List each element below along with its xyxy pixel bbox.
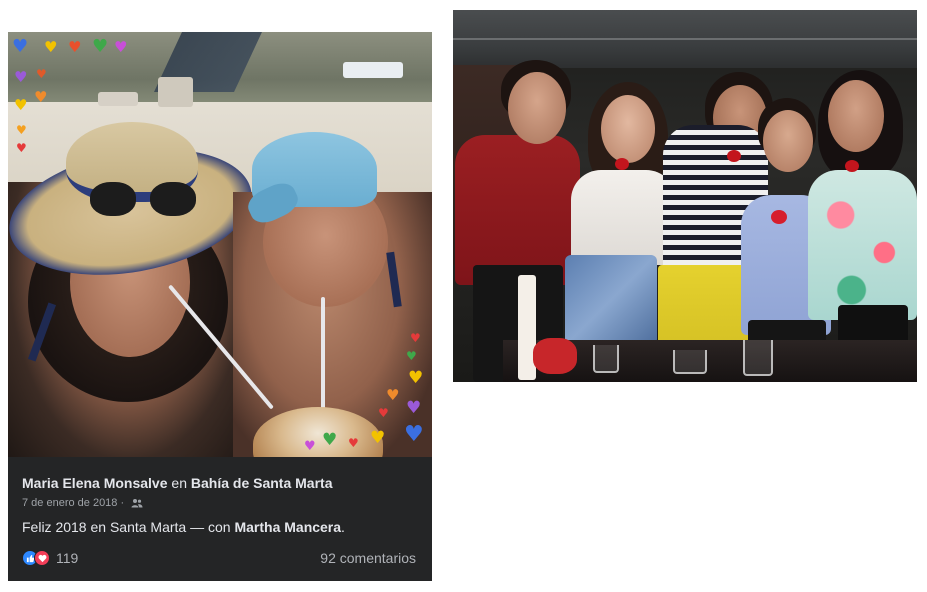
heart-sticker-icon: ♥ [386,386,400,404]
heart-sticker-icon: ♥ [16,123,27,137]
author-name-link[interactable]: Maria Elena Monsalve [22,475,168,491]
drinking-glass [673,350,707,374]
heart-sticker-icon: ♥ [406,398,422,418]
heart-sticker-icon: ♥ [68,38,82,56]
beach-selfie-photo[interactable]: ♥ ♥ ♥ ♥ ♥ ♥ ♥ ♥ ♥ ♥ ♥ ♥ ♥ ♥ ♥ ♥ ♥ ♥ ♥ ♥ … [8,32,432,457]
beach-lounger [98,92,138,106]
heart-sticker-icon: ♥ [378,406,389,420]
heart-sticker-icon: ♥ [14,96,28,114]
heart-sticker-icon: ♥ [34,88,48,106]
location-link[interactable]: Bahía de Santa Marta [191,475,333,491]
caption-period: . [341,519,345,535]
drinking-glass [743,340,773,376]
caption-text: Feliz 2018 en Santa Marta — con [22,519,231,535]
ceiling-beam [453,38,917,40]
heart-sticker-icon: ♥ [12,36,29,57]
heart-sticker-icon: ♥ [36,67,47,81]
heart-sticker-icon: ♥ [92,36,109,57]
red-table-decoration [533,338,577,374]
location-connector: en [171,475,187,491]
tagged-person-link[interactable]: Martha Mancera [234,519,341,535]
beach-lounger [343,62,403,78]
comments-count-link[interactable]: 92 comentarios [320,550,416,566]
heart-sticker-icon: ♥ [16,141,27,155]
reactions-count: 119 [56,550,79,566]
post-date-link[interactable]: 7 de enero de 2018 [22,497,117,509]
heart-sticker-icon: ♥ [406,349,417,363]
reactions-summary[interactable]: 119 [22,549,78,567]
heart-sticker-icon: ♥ [410,331,421,345]
sunglasses [90,182,200,216]
heart-sticker-icon: ♥ [404,422,424,447]
heart-sticker-icon: ♥ [322,430,338,450]
heart-sticker-icon: ♥ [408,368,424,388]
friends-icon[interactable] [131,498,143,508]
post-header: Maria Elena Monsalve en Bahía de Santa M… [22,475,332,491]
heart-sticker-icon: ♥ [44,38,58,56]
party-group-photo[interactable] [453,10,917,382]
heart-sticker-icon: ♥ [114,38,128,56]
beach-chair [158,77,193,107]
heart-sticker-icon: ♥ [14,68,28,86]
love-icon [34,550,50,566]
heart-sticker-icon: ♥ [348,436,359,450]
heart-sticker-icon: ♥ [304,439,316,454]
post-info-panel: Maria Elena Monsalve en Bahía de Santa M… [8,457,432,581]
drinking-glass [593,345,619,373]
post-caption: Feliz 2018 en Santa Marta — con Martha M… [22,519,345,535]
post-date-line: 7 de enero de 2018 · [22,497,143,509]
heart-sticker-icon: ♥ [370,428,386,448]
facebook-post-card: ♥ ♥ ♥ ♥ ♥ ♥ ♥ ♥ ♥ ♥ ♥ ♥ ♥ ♥ ♥ ♥ ♥ ♥ ♥ ♥ … [8,32,432,581]
